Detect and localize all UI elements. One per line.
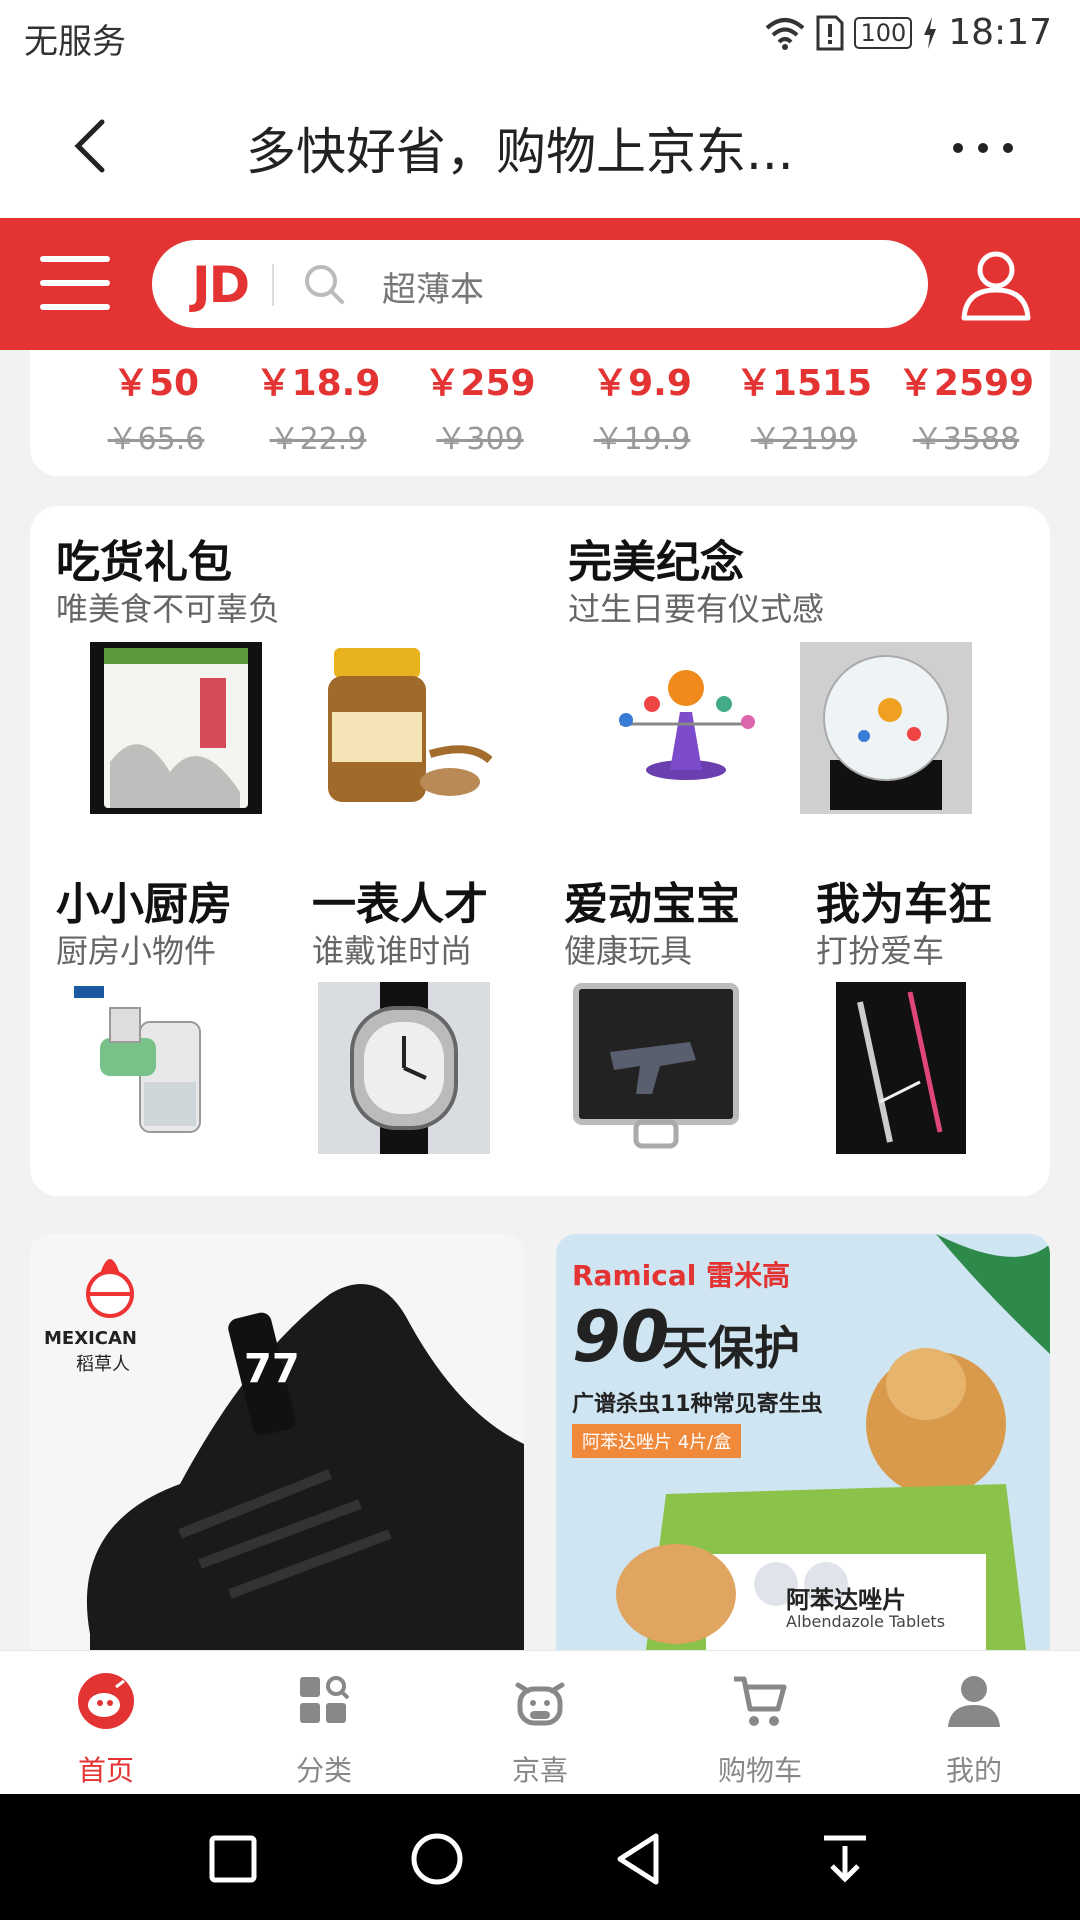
status-bar: 无服务 100 18:17 [0, 0, 1080, 76]
price-item[interactable]: ￥259 ￥309 [400, 350, 560, 458]
car-light-strip-image [836, 982, 966, 1154]
category-subtitle: 谁戴谁时尚 [312, 932, 473, 970]
category-subtitle: 健康玩具 [564, 932, 693, 970]
nav-label: 分类 [295, 1754, 352, 1787]
ad-product-tag: 阿苯达唑片 4片/盒 [572, 1424, 742, 1458]
price-item[interactable]: ￥2599 ￥3588 [886, 350, 1046, 458]
sale-price: ￥50 [112, 363, 200, 404]
shoe-ad[interactable]: MEXICAN 稻草人 77 [30, 1234, 524, 1650]
charging-icon [924, 16, 937, 49]
category-subtitle: 过生日要有仪式感 [568, 590, 825, 628]
clock: 18:17 [948, 12, 1052, 53]
category-card: 吃货礼包 唯美食不可辜负 完美纪念 过生日要有仪式感 小小厨房 厨房小物件 一表… [30, 506, 1050, 1196]
ad-product-name: 阿苯达唑片 [786, 1586, 906, 1614]
status-icons: 100 18:17 [764, 12, 1052, 53]
original-price: ￥309 [436, 422, 524, 457]
category-title: 完美纪念 [568, 537, 744, 588]
sneaker-image [86, 1259, 524, 1650]
category-title: 一表人才 [312, 879, 488, 930]
ad-brand-cn: 稻草人 [76, 1354, 130, 1375]
crystal-ball-image [800, 642, 972, 814]
back-button-icon[interactable] [606, 1824, 676, 1894]
ad-brand-en: MEXICAN [44, 1328, 137, 1349]
original-price: ￥3588 [912, 422, 1020, 457]
sale-price: ￥259 [424, 363, 536, 404]
nav-category[interactable]: 分类 [244, 1671, 404, 1789]
category-subtitle: 唯美食不可辜负 [56, 590, 281, 628]
notification-pulldown-icon[interactable] [810, 1824, 880, 1894]
battery-level: 100 [854, 16, 913, 49]
toy-revolver-case-image [573, 983, 739, 1149]
title-bar: 多快好省，购物上京东... [0, 76, 1080, 218]
watch-image [318, 982, 490, 1154]
back-arrow-icon[interactable] [62, 116, 122, 176]
snack-bag-image [90, 642, 262, 814]
nav-label: 购物车 [717, 1754, 802, 1787]
nav-cart[interactable]: 购物车 [680, 1671, 840, 1789]
nav-label: 首页 [77, 1754, 134, 1787]
recent-apps-icon[interactable] [198, 1824, 268, 1894]
hamburger-menu-icon[interactable] [40, 256, 110, 316]
nav-label: 我的 [945, 1754, 1002, 1787]
sale-price: ￥18.9 [255, 363, 381, 404]
page-title: 多快好省，购物上京东... [246, 123, 794, 181]
category-title: 吃货礼包 [56, 537, 232, 588]
shoe-tag-number: 77 [244, 1346, 300, 1392]
search-header: JD 超薄本 [0, 218, 1080, 350]
ad-headline-text: 天保护 [662, 1321, 800, 1375]
price-item[interactable]: ￥18.9 ￥22.9 [238, 350, 398, 458]
carrier-text: 无服务 [24, 22, 126, 62]
price-item[interactable]: ￥50 ￥65.6 [76, 350, 236, 458]
juicer-image [74, 986, 201, 1133]
original-price: ￥65.6 [107, 422, 205, 457]
original-price: ￥19.9 [593, 422, 691, 457]
sale-price: ￥2599 [897, 363, 1035, 404]
search-divider [272, 264, 274, 306]
sale-price: ￥9.9 [592, 363, 692, 404]
bottom-navigation: 首页 分类 京喜 购物车 我的 [0, 1650, 1080, 1795]
ad-headline-number: 90 [572, 1296, 670, 1378]
profile-icon [948, 1676, 1000, 1727]
search-input[interactable]: JD 超薄本 [152, 240, 928, 328]
system-navigation-bar [0, 1794, 1080, 1920]
sale-price: ￥1515 [735, 363, 873, 404]
category-title: 爱动宝宝 [564, 879, 740, 930]
original-price: ￥22.9 [269, 422, 367, 457]
nav-jingxi[interactable]: 京喜 [460, 1671, 620, 1789]
ad-subline: 广谱杀虫11种常见寄生虫 [572, 1392, 823, 1417]
home-button-icon[interactable] [402, 1824, 472, 1894]
more-options-icon[interactable] [948, 118, 1018, 178]
price-item[interactable]: ￥9.9 ￥19.9 [562, 350, 722, 458]
sesame-paste-jar-image [328, 648, 492, 802]
cart-icon [734, 1676, 787, 1726]
planet-model-image [619, 670, 755, 780]
wifi-icon [766, 17, 805, 50]
home-icon [78, 1673, 134, 1729]
category-subtitle: 打扮爱车 [816, 932, 945, 970]
jingxi-icon [515, 1682, 565, 1726]
category-title: 我为车狂 [816, 879, 992, 930]
ad-product-en: Albendazole Tablets [786, 1612, 946, 1631]
nav-home[interactable]: 首页 [26, 1671, 186, 1789]
price-item[interactable]: ￥1515 ￥2199 [724, 350, 884, 458]
category-icon [300, 1676, 350, 1723]
category-subtitle: 厨房小物件 [56, 932, 217, 970]
pet-medicine-ad[interactable]: Ramical 雷米高 90 天保护 广谱杀虫11种常见寄生虫 阿苯达唑片 4片… [556, 1234, 1050, 1650]
search-placeholder: 超薄本 [382, 270, 484, 310]
ad-brand: Ramical 雷米高 [572, 1259, 791, 1292]
sim-alert-icon [816, 15, 844, 50]
nav-label: 京喜 [511, 1754, 568, 1787]
category-title: 小小厨房 [56, 879, 232, 930]
flash-sale-price-row: ￥50 ￥65.6 ￥18.9 ￥22.9 ￥259 ￥309 ￥9.9 ￥19… [30, 350, 1050, 476]
original-price: ￥2199 [750, 422, 858, 457]
search-icon [305, 265, 344, 304]
user-account-icon[interactable] [956, 244, 1036, 324]
nav-profile[interactable]: 我的 [894, 1671, 1054, 1789]
jd-logo: JD [192, 256, 250, 314]
